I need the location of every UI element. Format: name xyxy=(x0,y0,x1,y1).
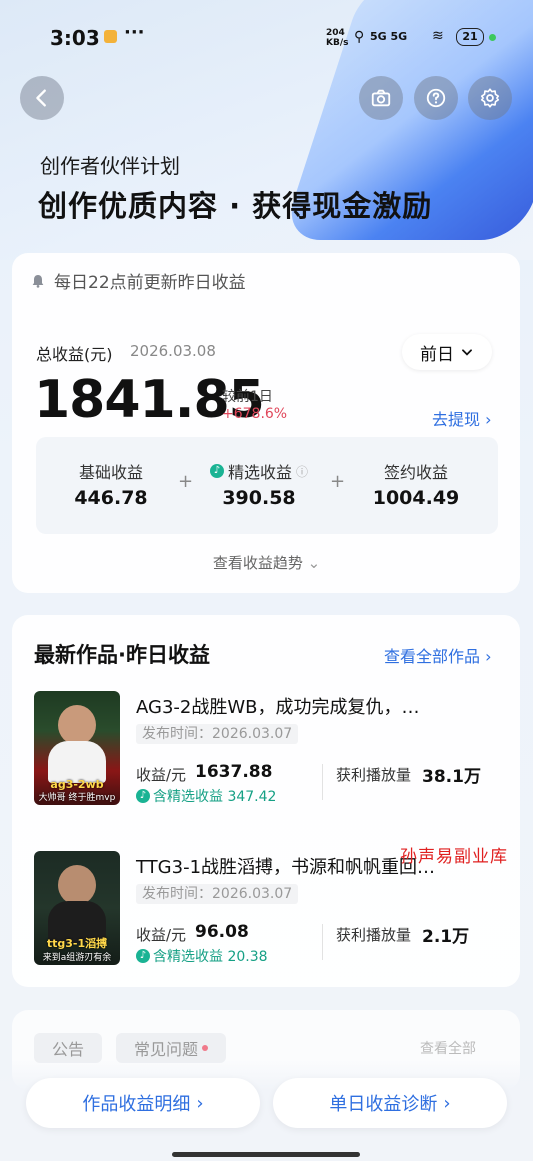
income-label: 收益/元 xyxy=(136,926,187,944)
play-label: 获利播放量 xyxy=(336,926,412,944)
contract-earnings-label: 签约收益 xyxy=(383,463,448,482)
work-earnings-detail-button[interactable]: 作品收益明细 › xyxy=(26,1078,260,1128)
divider xyxy=(322,764,323,800)
chevron-down-icon: ⌄ xyxy=(307,554,321,572)
selected-income: ♪ 含精选收益 20.38 xyxy=(136,946,268,966)
wifi-icon: ≋ xyxy=(432,28,444,44)
selected-earnings-label: 精选收益 xyxy=(227,463,292,482)
thumbnail-person xyxy=(58,705,96,745)
update-notice: 每日22点前更新昨日收益 xyxy=(30,268,246,293)
basic-earnings: 基础收益 446.78 xyxy=(66,459,156,509)
net-speed: 204 KB/s xyxy=(326,28,349,48)
daily-diagnosis-button[interactable]: 单日收益诊断 › xyxy=(273,1078,507,1128)
tab-faq[interactable]: 常见问题 xyxy=(116,1033,227,1063)
view-trend-link[interactable]: 查看收益趋势 ⌄ xyxy=(0,552,533,573)
basic-earnings-label: 基础收益 xyxy=(78,463,143,482)
work-thumbnail[interactable]: ag3-2wb 大帅哥 终于胜mvp xyxy=(34,691,120,805)
back-button[interactable] xyxy=(20,76,64,120)
chevron-down-icon xyxy=(462,349,472,356)
signal-text: 5G 5G xyxy=(370,30,408,43)
work-title[interactable]: AG3-2战胜WB，成功完成复仇，… xyxy=(136,693,420,719)
work-date-text: 发布时间：2026.03.07 xyxy=(136,884,299,904)
notice-text: 每日22点前更新昨日收益 xyxy=(54,273,246,293)
bell-icon xyxy=(32,274,44,288)
info-icon[interactable]: ⓘ xyxy=(296,463,308,480)
chevron-right-icon: › xyxy=(196,1092,204,1114)
camera-icon xyxy=(371,89,391,107)
total-earnings-label: 总收益(元) xyxy=(36,345,113,364)
contract-earnings-value: 1004.49 xyxy=(372,487,460,509)
basic-earnings-value: 446.78 xyxy=(74,487,148,509)
settings-button[interactable] xyxy=(468,76,512,120)
gear-icon xyxy=(480,88,500,108)
divider xyxy=(322,924,323,960)
compare-value: +678.6% xyxy=(222,406,288,422)
income-value: 96.08 xyxy=(195,922,249,942)
tab-faq-label: 常见问题 xyxy=(134,1040,199,1059)
withdraw-link[interactable]: 去提现 › xyxy=(432,406,492,430)
chevron-right-icon: › xyxy=(485,410,492,429)
status-more-dots: ··· xyxy=(124,22,145,43)
earnings-date: 2026.03.08 xyxy=(130,342,216,360)
work-title[interactable]: TTG3-1战胜滔搏，书源和帆帆重回… xyxy=(136,853,435,879)
battery-level: 21 xyxy=(462,30,478,43)
compare-label: 较前1日 xyxy=(222,389,273,405)
play-value: 2.1万 xyxy=(422,927,470,947)
douyin-icon: ♪ xyxy=(136,789,150,803)
withdraw-label: 去提现 xyxy=(432,410,481,429)
earnings-breakdown: 基础收益 446.78 + ♪ 精选收益 ⓘ 390.58 + 签约收益 1004.… xyxy=(36,437,498,534)
notification-icon xyxy=(104,30,117,43)
faq-tabs: 公告 常见问题 xyxy=(34,1033,227,1063)
period-selector[interactable]: 前日 xyxy=(402,334,492,370)
play-label: 获利播放量 xyxy=(336,766,412,784)
thumbnail-person xyxy=(58,865,96,905)
selected-income-text: 含精选收益 20.38 xyxy=(153,949,268,965)
watermark-text: 孙声易副业库 xyxy=(400,847,508,867)
selected-earnings-value: 390.58 xyxy=(222,487,296,509)
help-button[interactable] xyxy=(414,76,458,120)
tab-announcement[interactable]: 公告 xyxy=(34,1033,103,1063)
btn2-label: 单日收益诊断 xyxy=(329,1094,438,1115)
thumbnail-subcaption: 来到a组游刃有余 xyxy=(42,953,112,963)
thumbnail-caption: ttg3-1滔搏 xyxy=(46,937,108,950)
chevron-right-icon: › xyxy=(485,647,492,666)
plus-sign: + xyxy=(178,471,194,492)
douyin-icon: ♪ xyxy=(209,464,224,478)
thumbnail-subcaption: 大帅哥 终于胜mvp xyxy=(38,793,116,803)
camera-button[interactable] xyxy=(359,76,403,120)
douyin-icon: ♪ xyxy=(136,949,150,963)
thumbnail-figure xyxy=(48,741,106,783)
work-date: 发布时间：2026.03.07 xyxy=(136,723,299,744)
period-value: 前日 xyxy=(420,344,454,365)
chevron-right-icon: › xyxy=(443,1092,451,1114)
view-all-faq-link[interactable]: 查看全部 xyxy=(420,1038,476,1058)
view-all-label: 查看全部作品 xyxy=(384,647,481,666)
page-title: 创作优质内容 · 获得现金激励 xyxy=(38,189,433,223)
question-icon xyxy=(426,88,446,108)
income-value: 1637.88 xyxy=(195,762,273,782)
chevron-left-icon xyxy=(36,89,46,107)
home-indicator[interactable] xyxy=(172,1152,360,1157)
plus-sign: + xyxy=(330,471,346,492)
status-time: 3:03 xyxy=(50,26,100,50)
btn1-label: 作品收益明细 xyxy=(82,1094,191,1115)
selected-earnings: ♪ 精选收益 ⓘ 390.58 xyxy=(204,459,314,509)
trend-label: 查看收益趋势 xyxy=(212,554,303,572)
work-thumbnail[interactable]: ttg3-1滔搏 来到a组游刃有余 xyxy=(34,851,120,965)
selected-income: ♪ 含精选收益 347.42 xyxy=(136,786,276,806)
work-date: 发布时间：2026.03.07 xyxy=(136,883,299,904)
selected-income-text: 含精选收益 347.42 xyxy=(153,789,277,805)
view-all-works-link[interactable]: 查看全部作品 › xyxy=(384,643,492,667)
play-value: 38.1万 xyxy=(422,767,481,787)
page-subtitle: 创作者伙伴计划 xyxy=(40,154,180,178)
battery-icon: 21 xyxy=(456,28,484,46)
red-dot-badge xyxy=(202,1045,209,1051)
work-date-text: 发布时间：2026.03.07 xyxy=(136,724,299,744)
status-dot xyxy=(489,34,496,41)
contract-earnings: 签约收益 1004.49 xyxy=(366,459,466,509)
works-section-title: 最新作品·昨日收益 xyxy=(34,643,210,667)
location-icon: ⚲ xyxy=(354,29,365,45)
income-label: 收益/元 xyxy=(136,766,187,784)
